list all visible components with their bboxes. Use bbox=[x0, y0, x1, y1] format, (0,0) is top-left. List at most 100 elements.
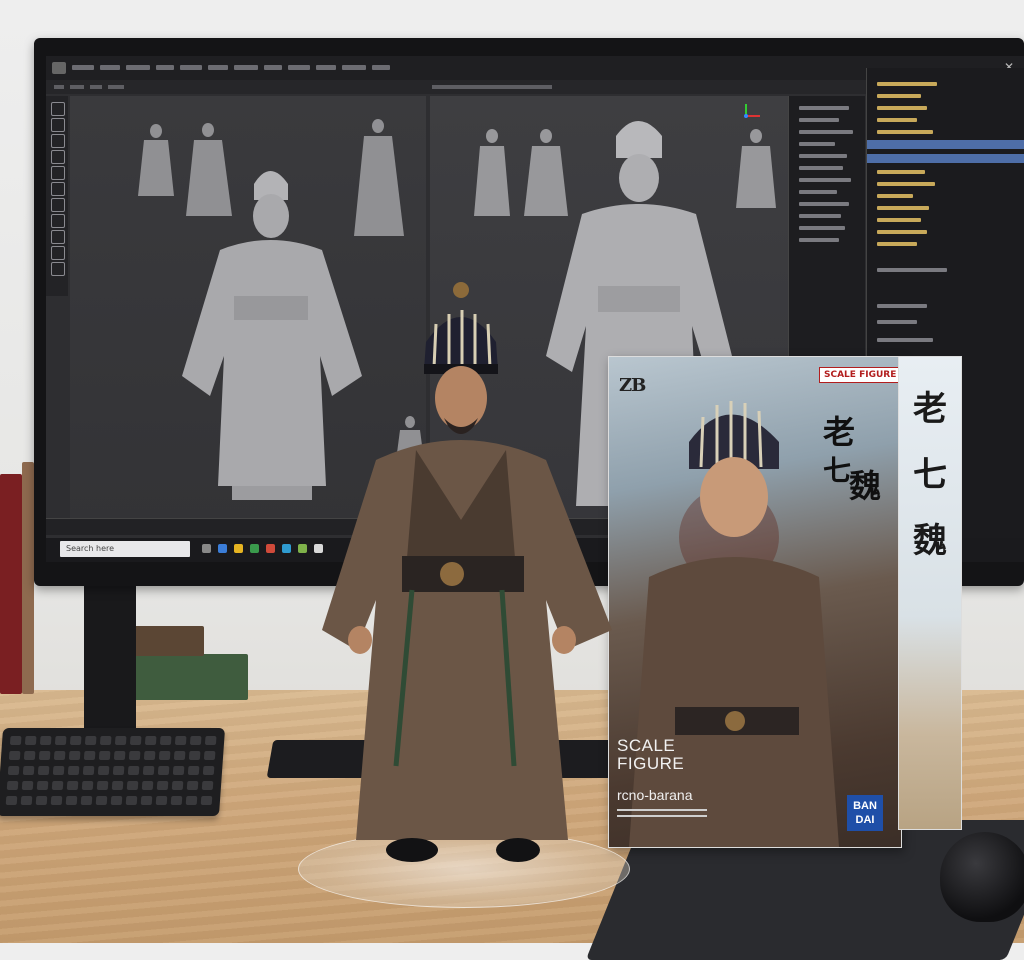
mouse bbox=[940, 832, 1024, 922]
pinch-tool-icon[interactable] bbox=[51, 150, 65, 164]
select-tool-icon[interactable] bbox=[51, 214, 65, 228]
menu-item[interactable] bbox=[372, 65, 390, 70]
keyboard-key bbox=[127, 766, 140, 775]
panel-row[interactable] bbox=[877, 218, 921, 222]
keyboard-key bbox=[125, 796, 138, 805]
taskbar-app-icon[interactable] bbox=[298, 544, 307, 553]
panel-row[interactable] bbox=[799, 118, 839, 122]
panel-row[interactable] bbox=[799, 142, 835, 146]
brush-tool-icon[interactable] bbox=[51, 102, 65, 116]
keyboard-key bbox=[187, 766, 200, 775]
menu-item[interactable] bbox=[100, 65, 120, 70]
panel-row[interactable] bbox=[799, 202, 849, 206]
panel-row[interactable] bbox=[799, 226, 845, 230]
panel-row[interactable] bbox=[799, 214, 841, 218]
keyboard-key bbox=[157, 766, 170, 775]
clay-tool-icon[interactable] bbox=[51, 182, 65, 196]
light-tool-icon[interactable] bbox=[51, 262, 65, 276]
panel-row[interactable] bbox=[877, 106, 927, 110]
mask-tool-icon[interactable] bbox=[51, 198, 65, 212]
keyboard-key bbox=[68, 751, 81, 760]
panel-row[interactable] bbox=[877, 320, 917, 324]
menu-item[interactable] bbox=[156, 65, 174, 70]
keyboard-key bbox=[173, 751, 186, 760]
keyboard-key bbox=[174, 736, 187, 745]
keyboard-key bbox=[155, 796, 168, 805]
keyboard-key bbox=[37, 766, 50, 775]
toolbar-item[interactable] bbox=[108, 85, 124, 89]
menu-item[interactable] bbox=[180, 65, 202, 70]
panel-row[interactable] bbox=[877, 94, 921, 98]
keyboard-key bbox=[81, 781, 94, 790]
keyboard-key bbox=[83, 751, 96, 760]
taskbar-app-icon[interactable] bbox=[202, 544, 211, 553]
keyboard-key bbox=[143, 751, 156, 760]
menu-item[interactable] bbox=[208, 65, 228, 70]
panel-row[interactable] bbox=[877, 170, 925, 174]
panel-row[interactable] bbox=[799, 166, 843, 170]
menu-item[interactable] bbox=[72, 65, 94, 70]
app-logo-icon bbox=[52, 62, 66, 74]
menu-item[interactable] bbox=[264, 65, 282, 70]
panel-row[interactable] bbox=[877, 206, 929, 210]
keyboard-key bbox=[82, 766, 95, 775]
move-tool-icon[interactable] bbox=[51, 118, 65, 132]
panel-row[interactable] bbox=[877, 130, 933, 134]
panel-row[interactable] bbox=[877, 82, 937, 86]
keyboard-key bbox=[128, 751, 141, 760]
panel-row[interactable] bbox=[877, 268, 947, 272]
panel-row[interactable] bbox=[799, 106, 849, 110]
panel-row[interactable] bbox=[877, 242, 917, 246]
keyboard-key bbox=[156, 781, 169, 790]
keyboard-key bbox=[20, 796, 33, 805]
panel-row[interactable] bbox=[799, 238, 839, 242]
menu-item[interactable] bbox=[126, 65, 150, 70]
taskbar-search-input[interactable]: Search here bbox=[60, 541, 190, 557]
toolbar-item[interactable] bbox=[70, 85, 84, 89]
trim-tool-icon[interactable] bbox=[51, 230, 65, 244]
panel-row[interactable] bbox=[877, 182, 935, 186]
panel-row[interactable] bbox=[799, 190, 837, 194]
book-stack-red bbox=[0, 474, 22, 694]
keyboard-key bbox=[39, 736, 52, 745]
keyboard-key bbox=[126, 781, 139, 790]
keyboard-key bbox=[80, 796, 93, 805]
box-side-calligraphy: 魏 bbox=[913, 521, 947, 561]
menu-item[interactable] bbox=[316, 65, 336, 70]
panel-row[interactable] bbox=[877, 118, 917, 122]
toolbar-item[interactable] bbox=[90, 85, 102, 89]
keyboard-key bbox=[84, 736, 97, 745]
box-side-calligraphy: 老 bbox=[913, 389, 947, 429]
panel-row[interactable] bbox=[799, 154, 847, 158]
publisher-line-1: BAN bbox=[853, 800, 877, 812]
keyboard-key bbox=[65, 796, 78, 805]
menu-item[interactable] bbox=[288, 65, 310, 70]
menu-item[interactable] bbox=[342, 65, 366, 70]
keyboard-key bbox=[23, 751, 36, 760]
taskbar-app-icon[interactable] bbox=[234, 544, 243, 553]
toolbar-item[interactable] bbox=[54, 85, 64, 89]
material-tool-icon[interactable] bbox=[51, 246, 65, 260]
panel-row-selected[interactable] bbox=[867, 154, 1024, 163]
keyboard bbox=[0, 728, 226, 816]
box-side-calligraphy: 七 bbox=[913, 455, 947, 495]
keyboard-key bbox=[129, 736, 142, 745]
taskbar-app-icon[interactable] bbox=[218, 544, 227, 553]
panel-row[interactable] bbox=[877, 304, 927, 308]
toolbar-item[interactable] bbox=[432, 85, 552, 89]
inflate-tool-icon[interactable] bbox=[51, 166, 65, 180]
panel-row[interactable] bbox=[799, 178, 851, 182]
keyboard-key bbox=[112, 766, 125, 775]
panel-row[interactable] bbox=[877, 194, 913, 198]
panel-row-selected[interactable] bbox=[867, 140, 1024, 149]
taskbar-app-icon[interactable] bbox=[266, 544, 275, 553]
taskbar-app-icon[interactable] bbox=[250, 544, 259, 553]
smooth-tool-icon[interactable] bbox=[51, 134, 65, 148]
keyboard-key bbox=[96, 781, 109, 790]
menu-item[interactable] bbox=[234, 65, 258, 70]
panel-row[interactable] bbox=[799, 130, 853, 134]
taskbar-app-icon[interactable] bbox=[282, 544, 291, 553]
keyboard-key bbox=[67, 766, 80, 775]
panel-row[interactable] bbox=[877, 338, 933, 342]
panel-row[interactable] bbox=[877, 230, 927, 234]
